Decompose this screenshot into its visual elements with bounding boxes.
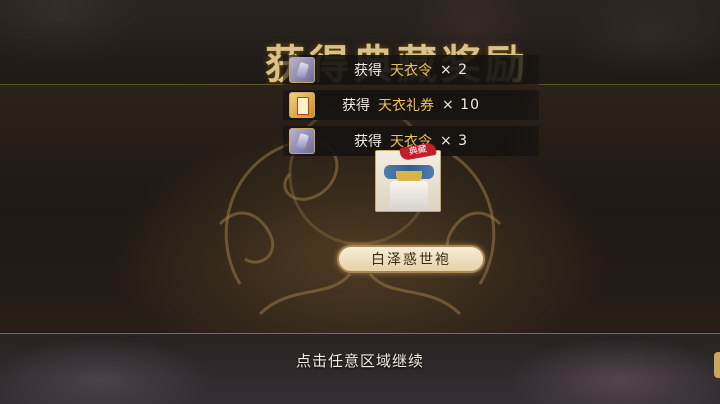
- notification-label: 获得: [342, 98, 370, 114]
- gift-ticket-icon: [289, 92, 315, 118]
- notification-item: 天衣令: [389, 63, 432, 79]
- continue-hint[interactable]: 点击任意区域继续: [0, 350, 720, 371]
- ornament-pattern: [218, 102, 502, 316]
- tianyi-token-icon: [289, 57, 315, 83]
- notification-quantity: × 2: [439, 62, 469, 78]
- reward-name-plate: 白泽惑世袍: [337, 245, 485, 273]
- notification-row: 获得 天衣礼券 × 10: [283, 90, 539, 120]
- costume-reward-card[interactable]: 典藏: [375, 141, 441, 212]
- notification-label: 获得: [353, 134, 382, 150]
- side-button[interactable]: [714, 352, 720, 378]
- robe-body: [390, 181, 428, 209]
- tianyi-token-icon: [289, 128, 315, 154]
- notification-label: 获得: [353, 63, 382, 79]
- notification-quantity: × 10: [442, 97, 480, 113]
- notification-row: 获得 天衣令 × 2: [283, 55, 539, 85]
- notification-quantity: × 3: [439, 133, 469, 149]
- notification-item: 天衣礼券: [378, 98, 434, 114]
